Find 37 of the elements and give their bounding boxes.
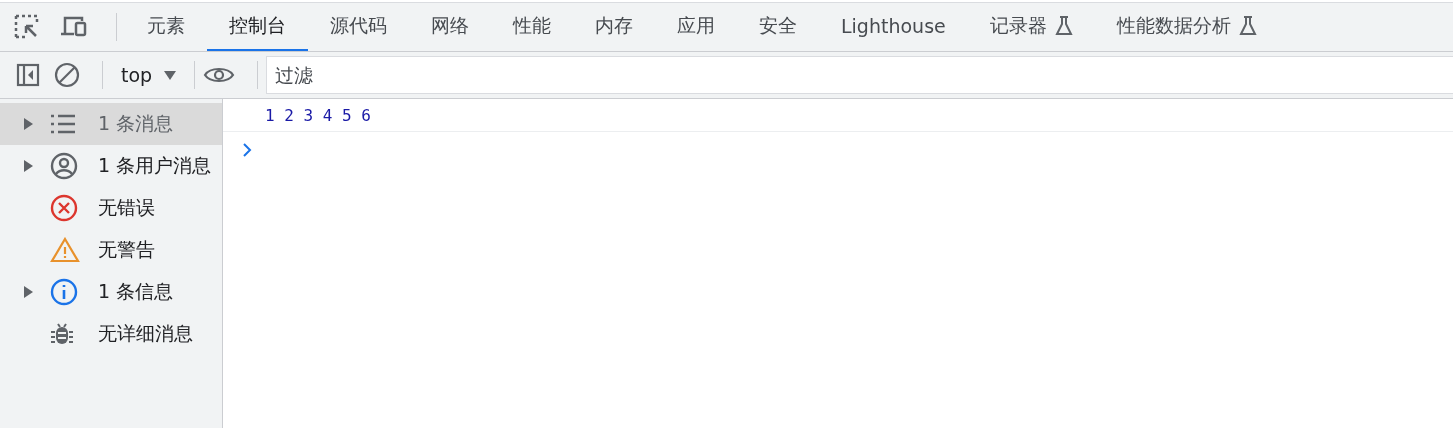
context-dropdown[interactable]: top: [111, 64, 187, 86]
sidebar-item[interactable]: 1 条消息: [0, 103, 222, 145]
filter-field[interactable]: 过滤: [266, 56, 1453, 94]
panel-tab[interactable]: 网络: [409, 3, 491, 51]
warning-icon: [50, 237, 80, 263]
user-icon: [50, 152, 78, 180]
sidebar-item[interactable]: 无警告: [0, 229, 222, 271]
clear-icon[interactable]: [54, 62, 80, 88]
panel-tab[interactable]: 安全: [737, 3, 819, 51]
panel-tab[interactable]: Lighthouse: [819, 3, 968, 51]
info-icon: [50, 278, 78, 306]
bug-icon: [50, 321, 74, 347]
panel-tab[interactable]: 性能: [491, 3, 573, 51]
panel-tab[interactable]: 内存: [573, 3, 655, 51]
sidebar-item[interactable]: 1 条信息: [0, 271, 222, 313]
panel-tab[interactable]: 源代码: [308, 3, 409, 51]
error-icon: [50, 194, 78, 222]
expand-triangle-icon: [24, 118, 33, 130]
panel-tab[interactable]: 性能数据分析: [1094, 3, 1279, 51]
inspect-icon[interactable]: [14, 14, 40, 40]
console-output: 1 2 3 4 5 6: [265, 105, 371, 125]
expand-triangle-icon: [24, 160, 33, 172]
list-icon: [50, 114, 76, 134]
sidebar-item[interactable]: 1 条用户消息: [0, 145, 222, 187]
flask-icon: [1054, 16, 1073, 36]
sidebar-item[interactable]: 无错误: [0, 187, 222, 229]
flask-icon: [1238, 16, 1257, 36]
prompt-chevron-icon[interactable]: [243, 143, 252, 157]
sidebar-toggle-icon[interactable]: [16, 63, 40, 87]
panel-tab[interactable]: 元素: [125, 3, 207, 51]
caret-icon: [164, 70, 177, 80]
eye-icon[interactable]: [203, 65, 236, 85]
device-icon[interactable]: [60, 15, 88, 39]
panel-tab[interactable]: 记录器: [967, 3, 1095, 51]
expand-triangle-icon: [24, 286, 33, 298]
panel-tab[interactable]: 应用: [655, 3, 737, 51]
sidebar-item[interactable]: 无详细消息: [0, 313, 222, 355]
